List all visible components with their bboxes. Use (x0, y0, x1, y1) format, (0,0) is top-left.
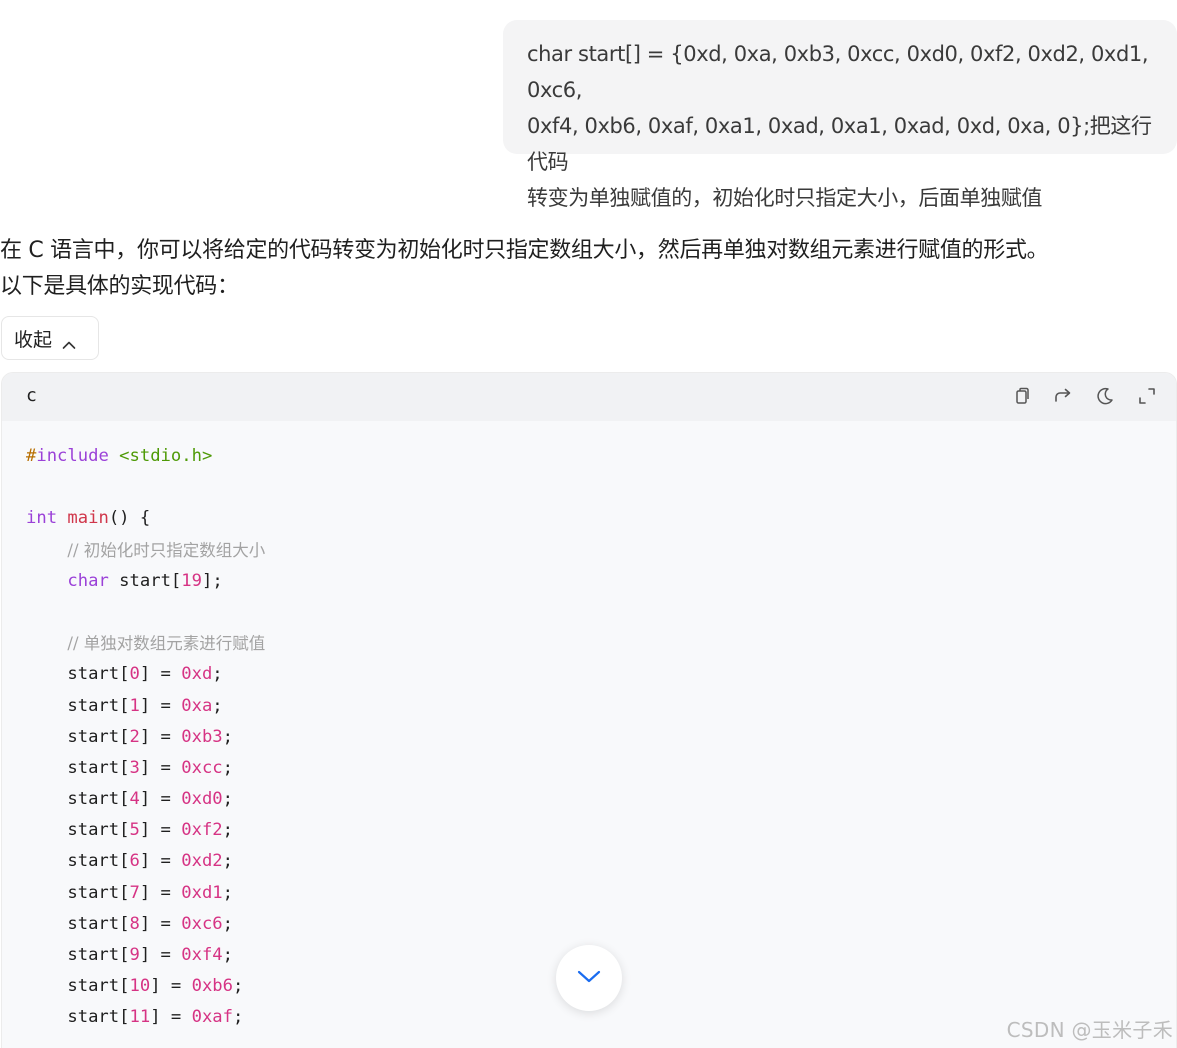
user-message-bubble: char start[] = {0xd, 0xa, 0xb3, 0xcc, 0x… (503, 20, 1177, 210)
code-line-assignment: start[2] = 0xb3; (26, 726, 234, 747)
include-keyword: include (36, 446, 109, 466)
chevron-up-icon (62, 333, 76, 349)
code-line-assignment: start[7] = 0xd1; (26, 882, 234, 903)
code-line: int main() { (26, 503, 265, 534)
array-index: 10 (129, 976, 151, 997)
answer-intro-line: 在 C 语言中，你可以将给定的代码转变为初始化时只指定数组大小，然后再单独对数组… (0, 238, 1049, 263)
decl-type: char (67, 570, 109, 591)
moon-icon[interactable] (1094, 385, 1116, 407)
collapse-label: 收起 (14, 328, 53, 351)
code-content: #include <stdio.h> int main() { // 初始化时只… (26, 441, 265, 1034)
copy-icon[interactable] (1010, 385, 1032, 407)
assigned-value: 0xd0 (181, 789, 223, 810)
assigned-value: 0xd1 (181, 882, 223, 903)
code-line-assignment: start[11] = 0xaf; (26, 1007, 244, 1028)
assigned-value: 0xb6 (191, 976, 233, 997)
share-icon[interactable] (1052, 385, 1074, 407)
code-line-assignment: start[5] = 0xf2; (26, 820, 234, 841)
array-index: 4 (129, 789, 140, 810)
code-comment: // 单独对数组元素进行赋值 (67, 634, 266, 654)
code-line-assignment: start[4] = 0xd0; (26, 789, 234, 810)
decl-size: 19 (181, 570, 202, 591)
expand-icon[interactable] (1136, 385, 1158, 407)
code-line-assignment: start[6] = 0xd2; (26, 851, 234, 872)
array-index: 1 (129, 695, 140, 716)
collapse-button[interactable]: 收起 (1, 316, 99, 360)
include-header: <stdio.h> (119, 446, 213, 466)
code-toolbar (1010, 385, 1158, 407)
code-comment: // 初始化时只指定数组大小 (67, 540, 266, 560)
array-index: 7 (129, 882, 140, 903)
answer-intro: 在 C 语言中，你可以将给定的代码转变为初始化时只指定数组大小，然后再单独对数组… (0, 233, 1170, 305)
array-index: 0 (129, 664, 140, 685)
main-signature-rest: () { (108, 508, 151, 529)
array-index: 9 (129, 945, 140, 965)
assigned-value: 0xaf (191, 1007, 233, 1028)
code-line: // 初始化时只指定数组大小 (26, 535, 265, 566)
main-return-type: int (26, 508, 58, 529)
assigned-value: 0xf2 (181, 820, 223, 841)
code-line-assignment: start[1] = 0xa; (26, 695, 223, 716)
array-index: 6 (129, 851, 140, 872)
assigned-value: 0xcc (181, 757, 223, 778)
main-function-name: main (67, 508, 109, 529)
decl-end: ]; (201, 570, 223, 591)
code-line: // 单独对数组元素进行赋值 (26, 628, 265, 659)
assigned-value: 0xd (181, 664, 213, 685)
code-line-assignment: start[3] = 0xcc; (26, 757, 234, 778)
array-index: 8 (129, 913, 140, 934)
code-line-assignment: start[10] = 0xb6; (26, 976, 244, 997)
assigned-value: 0xc6 (181, 913, 223, 934)
code-line-assignment: start[0] = 0xd; (26, 664, 223, 685)
decl-name: start[ (119, 570, 182, 591)
assigned-value: 0xb3 (181, 726, 223, 747)
code-language-label: c (26, 385, 37, 406)
user-message-line: char start[] = {0xd, 0xa, 0xb3, 0xcc, 0x… (527, 42, 1149, 102)
scroll-down-button[interactable] (556, 945, 622, 1011)
code-line: #include <stdio.h> (26, 446, 213, 466)
code-line-assignment: start[9] = 0xf4; (26, 945, 234, 965)
code-line: char start[19]; (26, 566, 265, 597)
chevron-down-icon (577, 969, 601, 988)
assigned-value: 0xf4 (181, 945, 223, 965)
array-index: 3 (129, 757, 140, 778)
array-index: 11 (129, 1007, 151, 1028)
user-message-line: 0xf4, 0xb6, 0xaf, 0xa1, 0xad, 0xa1, 0xad… (527, 114, 1152, 174)
user-message-line: 转变为单独赋值的，初始化时只指定大小，后面单独赋值 (527, 186, 1042, 210)
code-block-header: c (2, 373, 1176, 421)
assignment-lines: start[0] = 0xd; start[1] = 0xa; start[2]… (26, 659, 265, 1033)
array-index: 2 (129, 726, 140, 747)
watermark: CSDN @玉米子禾 (1006, 1018, 1173, 1042)
assigned-value: 0xd2 (181, 851, 223, 872)
answer-intro-line: 以下是具体的实现代码： (0, 274, 239, 299)
code-line-assignment: start[8] = 0xc6; (26, 913, 234, 934)
array-index: 5 (129, 820, 140, 841)
assigned-value: 0xa (181, 695, 213, 716)
